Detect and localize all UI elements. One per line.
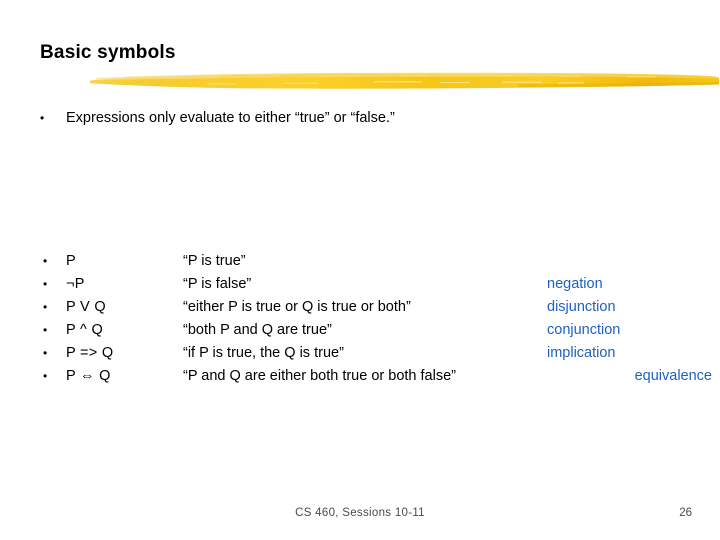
page-title: Basic symbols: [40, 42, 176, 63]
symbol-label: conjunction: [547, 322, 621, 338]
symbol-expression: ¬P: [66, 276, 85, 292]
symbol-label: disjunction: [547, 299, 616, 315]
symbol-description: “either P is true or Q is true or both”: [183, 299, 411, 315]
bullet-icon: •: [43, 346, 48, 360]
bullet-icon: •: [43, 300, 48, 314]
symbol-table: • P “P is true” • ¬P “P is false” negati…: [40, 250, 712, 388]
symbol-label: negation: [547, 276, 603, 292]
symbol-expression: P: [66, 253, 76, 269]
symbol-label: implication: [547, 345, 616, 361]
symbol-description: “P and Q are either both true or both fa…: [183, 368, 456, 384]
table-row: • P “P is true”: [40, 250, 712, 273]
symbol-description: “if P is true, the Q is true”: [183, 345, 344, 361]
symbol-label: equivalence: [634, 368, 712, 384]
table-row: • P ^ Q “both P and Q are true” conjunct…: [40, 319, 712, 342]
symbol-expression: P => Q: [66, 345, 114, 361]
bullet-icon: •: [43, 277, 48, 291]
table-row: • P V Q “either P is true or Q is true o…: [40, 296, 712, 319]
slide-canvas: Basic symbols • Expressions only evaluat…: [0, 0, 720, 540]
symbol-description: “P is false”: [183, 276, 252, 292]
intro-bullet-item: • Expressions only evaluate to either “tr…: [40, 108, 680, 128]
brush-stroke-divider: [88, 66, 720, 96]
symbol-description: “P is true”: [183, 253, 246, 269]
footer-course-note: CS 460, Sessions 10-11: [295, 507, 425, 519]
intro-bullet-text: Expressions only evaluate to either “tru…: [66, 110, 395, 126]
footer-page-number: 26: [679, 507, 692, 519]
table-row: • P => Q “if P is true, the Q is true” i…: [40, 342, 712, 365]
bullet-icon: •: [43, 254, 48, 268]
symbol-expression: P ⇔ Q: [66, 368, 111, 384]
symbol-description: “both P and Q are true”: [183, 322, 332, 338]
symbol-expression: P ^ Q: [66, 322, 104, 338]
bullet-icon: •: [40, 111, 45, 125]
table-row: • ¬P “P is false” negation: [40, 273, 712, 296]
bullet-icon: •: [43, 323, 48, 337]
table-row: • P ⇔ Q “P and Q are either both true or…: [40, 365, 712, 388]
bullet-icon: •: [43, 369, 48, 383]
symbol-expression: P V Q: [66, 299, 106, 315]
